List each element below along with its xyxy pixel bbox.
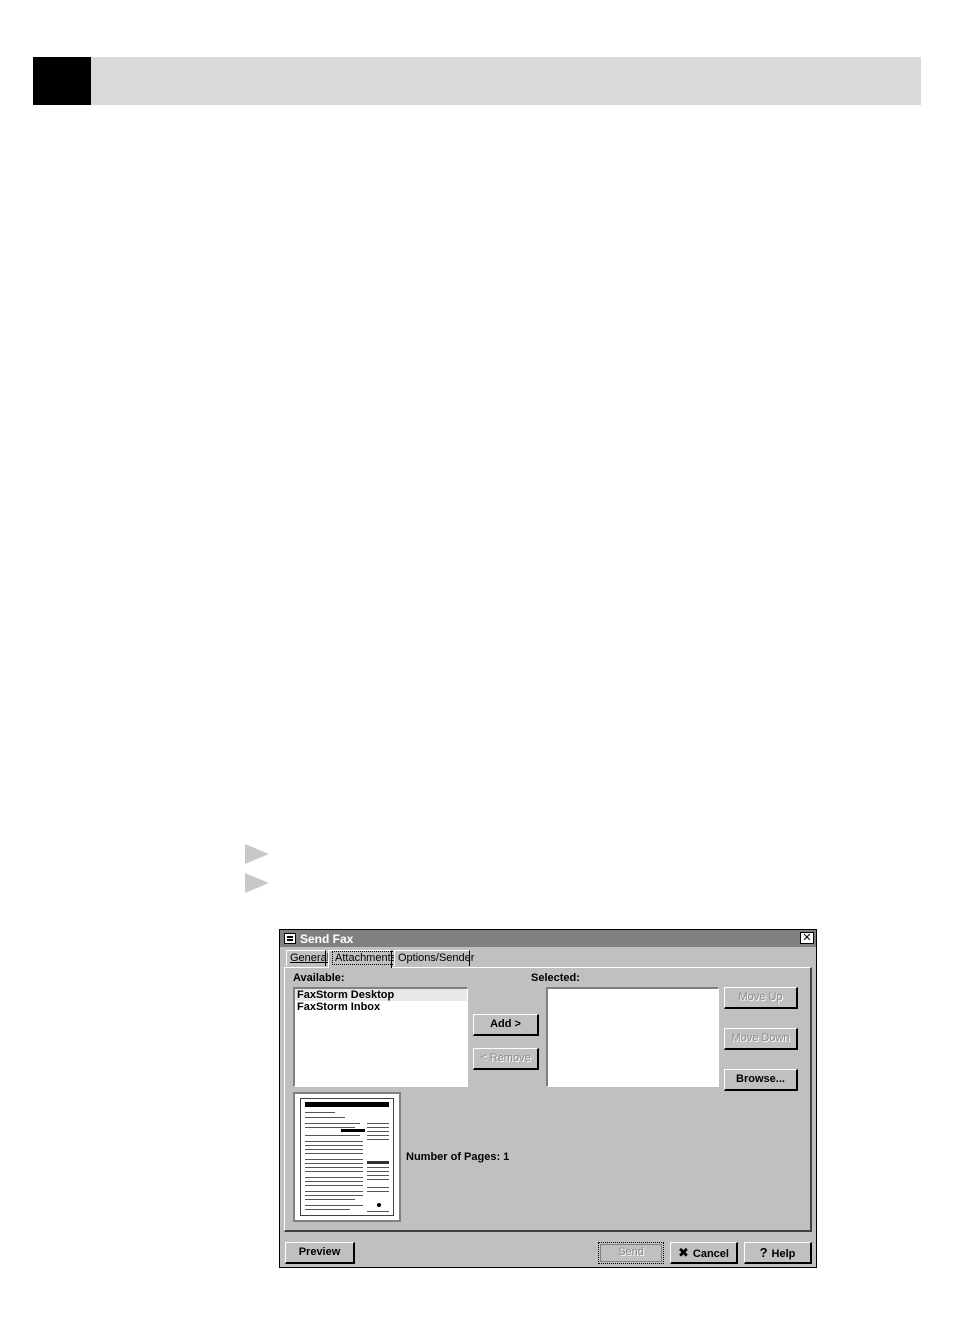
thumbnail-line [305,1191,363,1192]
tab-attachments-label: Attachments [332,951,400,965]
list-item[interactable]: FaxStorm Inbox [295,1001,467,1013]
thumbnail-line [367,1191,389,1192]
fax-icon [284,933,296,944]
thumbnail-line [305,1153,363,1154]
send-button[interactable]: Send [598,1242,664,1264]
thumbnail-line [367,1123,389,1124]
thumbnail-line [305,1127,355,1128]
thumbnail-line [367,1171,389,1172]
thumbnail-line [305,1171,363,1172]
list-item[interactable]: FaxStorm Desktop [295,989,467,1001]
page-header-block [33,57,91,105]
dialog-title: Send Fax [300,932,354,946]
step-arrow-icon [245,844,269,864]
thumbnail-line [305,1205,363,1206]
thumbnail-line [367,1135,389,1136]
move-down-button[interactable]: Move Down [724,1028,798,1050]
close-button[interactable]: ✕ [800,932,814,944]
thumbnail-table [367,1161,389,1164]
thumbnail-line [305,1167,363,1168]
add-button[interactable]: Add > [473,1014,539,1036]
thumbnail-line [305,1135,360,1136]
move-up-button[interactable]: Move Up [724,987,798,1009]
tab-options-sender[interactable]: Options/Sender [394,950,474,966]
thumbnail-line [367,1139,389,1140]
help-label: Help [771,1248,796,1260]
remove-button[interactable]: < Remove [473,1048,539,1070]
thumbnail-page [300,1098,394,1216]
thumbnail-line [367,1175,389,1176]
selected-listbox[interactable] [546,987,719,1087]
x-icon: ✖ [678,1245,689,1260]
thumbnail-line [367,1131,389,1132]
thumbnail-line [305,1209,350,1210]
thumbnail-line [305,1112,335,1113]
thumbnail-line [305,1145,363,1146]
thumbnail-line [305,1159,363,1160]
page-header-bar [33,57,921,105]
thumbnail-line [367,1187,389,1188]
page-preview-thumbnail [293,1092,401,1222]
step-arrow-icon [245,873,269,893]
browse-button[interactable]: Browse... [724,1069,798,1091]
tab-general-label: General [290,952,330,964]
tab-options-label: Options/Sender [398,952,475,964]
thumbnail-header-bar [305,1102,389,1107]
number-of-pages: Number of Pages: 1 [406,1151,510,1163]
available-label: Available: [293,972,345,984]
tab-attachments[interactable]: Attachments [328,950,400,968]
thumbnail-line [305,1117,345,1118]
dialog-titlebar: Send Fax ✕ [280,930,816,947]
thumbnail-line [367,1179,389,1180]
thumbnail-logo-dot [377,1203,381,1207]
thumbnail-line [305,1185,363,1186]
question-icon: ? [759,1245,768,1260]
thumbnail-line [367,1167,389,1168]
thumbnail-line [305,1181,363,1182]
preview-button[interactable]: Preview [285,1242,355,1264]
thumbnail-line [367,1211,389,1212]
help-button[interactable]: ? Help [744,1242,812,1264]
send-fax-dialog: Send Fax ✕ General Attachments Options/S… [279,929,817,1268]
thumbnail-line [305,1123,360,1124]
cancel-button[interactable]: ✖ Cancel [670,1242,738,1264]
thumbnail-line [305,1163,363,1164]
thumbnail-line [305,1199,355,1200]
cancel-label: Cancel [692,1248,729,1260]
thumbnail-line [305,1177,363,1178]
tab-general[interactable]: General [286,950,330,966]
thumbnail-line [305,1149,363,1150]
thumbnail-line [305,1195,363,1196]
selected-label: Selected: [531,972,580,984]
available-listbox[interactable]: FaxStorm Desktop FaxStorm Inbox [293,987,468,1087]
thumbnail-logo [341,1129,365,1132]
thumbnail-line [367,1127,389,1128]
thumbnail-line [305,1141,363,1142]
